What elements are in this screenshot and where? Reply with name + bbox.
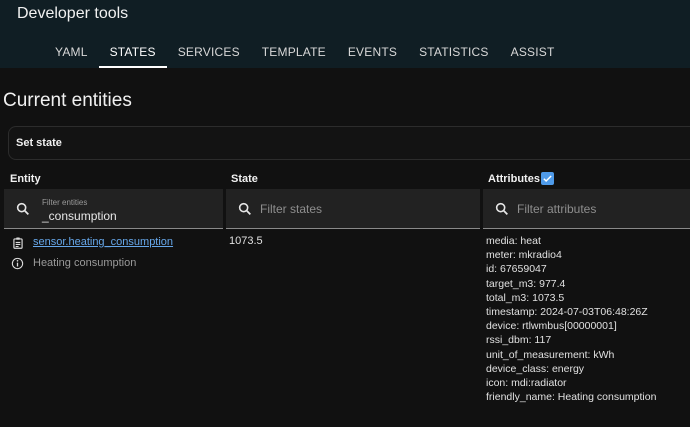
entity-filter-value[interactable]: _consumption [42,209,117,223]
top-app-bar: Developer tools YAML STATES SERVICES TEM… [0,0,690,68]
state-filter-field[interactable] [226,189,480,229]
attribute-line: device: rtlwmbus[00000001] [486,320,617,333]
tab-events[interactable]: EVENTS [337,36,408,68]
check-icon [543,175,552,183]
attribute-line: icon: mdi:radiator [486,376,567,389]
tab-yaml[interactable]: YAML [44,36,99,68]
entity-state-value: 1073.5 [229,235,263,247]
set-state-label: Set state [16,137,62,149]
tab-template[interactable]: TEMPLATE [251,36,337,68]
page-title: Current entities [3,90,132,111]
column-header-state: State [231,173,258,185]
attribute-line: media: heat [486,235,541,247]
entity-filter-label: Filter entities [42,198,88,207]
attribute-line: target_m3: 977.4 [486,277,566,290]
entity-settings-icon[interactable] [11,236,25,250]
column-header-entity: Entity [10,173,41,185]
info-icon[interactable] [11,257,24,270]
tab-services[interactable]: SERVICES [167,36,251,68]
entity-id-link[interactable]: sensor.heating_consumption [33,236,173,248]
attributes-checkbox[interactable] [541,172,554,185]
attributes-filter-input[interactable] [517,189,684,229]
entity-filter-field[interactable]: Filter entities _consumption [4,189,223,229]
set-state-panel[interactable]: Set state [8,126,690,160]
attribute-line: id: 67659047 [486,263,547,276]
state-filter-input[interactable] [260,189,474,229]
attribute-line: rssi_dbm: 117 [486,334,552,347]
tab-bar: YAML STATES SERVICES TEMPLATE EVENTS STA… [44,36,566,68]
search-icon [16,202,29,215]
app-title: Developer tools [17,5,129,22]
attribute-line: meter: mkradio4 [486,249,562,262]
attribute-line: total_m3: 1073.5 [486,291,565,304]
attribute-line: friendly_name: Heating consumption [486,391,657,404]
entity-friendly-name: Heating consumption [33,257,137,269]
tab-states[interactable]: STATES [98,36,167,68]
column-header-attributes: Attributes [488,173,540,185]
tab-assist[interactable]: ASSIST [500,36,566,68]
tab-statistics[interactable]: STATISTICS [408,36,500,68]
attribute-line: timestamp: 2024-07-03T06:48:26Z [486,305,648,318]
search-icon [495,202,508,215]
attribute-line: device_class: energy [486,362,585,375]
entity-attributes-list: media: heat meter: mkradio4 id: 67659047… [486,234,656,404]
search-icon [238,202,251,215]
attribute-line: unit_of_measurement: kWh [486,348,615,361]
attributes-filter-field[interactable] [483,189,690,229]
